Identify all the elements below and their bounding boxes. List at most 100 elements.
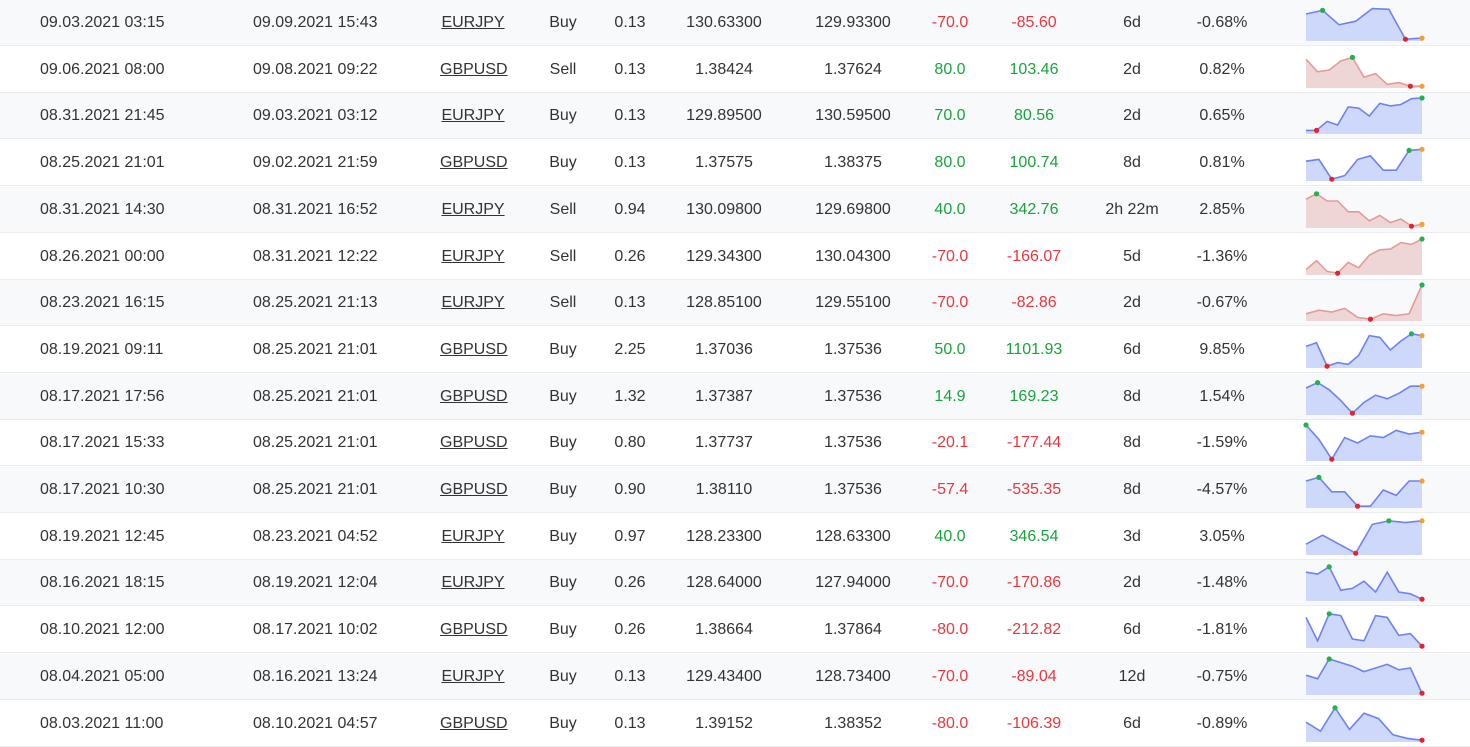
sparkline-min-marker [1329, 176, 1335, 182]
lots-cell: 0.26 [614, 574, 646, 592]
sparkline-min-marker [1419, 690, 1425, 696]
close-time-cell: 09.03.2021 03:12 [253, 107, 378, 125]
sparkline-max-marker [1419, 282, 1425, 288]
symbol-cell: EURJPY [440, 0, 506, 46]
trade-sparkline [1306, 95, 1425, 135]
open-price-cell: 1.38110 [695, 481, 753, 498]
close-price-cell: 1.37536 [824, 434, 882, 452]
symbol-link[interactable]: EURJPY [441, 668, 504, 685]
pips-cell: -20.1 [931, 434, 969, 452]
sparkline-max-marker [1406, 147, 1412, 154]
symbol-link[interactable]: GBPUSD [440, 388, 508, 405]
symbol-cell: EURJPY [440, 234, 506, 280]
close-price-cell: 1.37536 [824, 481, 882, 498]
lots-cell: 0.26 [614, 247, 646, 265]
sparkline-min-marker [1324, 363, 1330, 369]
close-time-cell: 09.02.2021 21:59 [253, 154, 378, 172]
symbol-link[interactable]: EURJPY [441, 528, 504, 545]
profit-cell: 1101.93 [1005, 340, 1063, 358]
close-time-cell: 08.31.2021 12:22 [253, 247, 378, 265]
sparkline-end-marker [1419, 332, 1425, 339]
pips-cell: -70.0 [931, 14, 969, 31]
symbol-link[interactable]: GBPUSD [440, 621, 508, 638]
sparkline-end-marker [1419, 146, 1425, 153]
open-time-cell: 08.23.2021 16:15 [40, 294, 165, 312]
profit-cell: -212.82 [1006, 621, 1062, 639]
sparkline-max-marker [1408, 331, 1415, 337]
symbol-cell: GBPUSD [440, 607, 508, 653]
close-time-cell: 08.17.2021 10:02 [253, 621, 378, 639]
sparkline-min-marker [1353, 550, 1359, 556]
symbol-link[interactable]: EURJPY [441, 574, 504, 591]
sparkline-min-marker [1419, 737, 1425, 743]
close-time-cell: 08.31.2021 16:52 [253, 200, 378, 218]
symbol-link[interactable]: GBPUSD [440, 154, 508, 171]
table-row: 08.17.2021 17:56 08.25.2021 21:01 GBPUSD… [0, 373, 1470, 420]
open-price-cell: 128.85100 [686, 294, 762, 312]
open-price-cell: 1.37575 [695, 154, 753, 172]
action-cell: Buy [549, 481, 577, 498]
symbol-link[interactable]: GBPUSD [440, 341, 508, 358]
profit-cell: 100.74 [1009, 154, 1059, 172]
duration-cell: 8d [1123, 481, 1141, 498]
table-row: 08.10.2021 12:00 08.17.2021 10:02 GBPUSD… [0, 607, 1470, 654]
profit-cell: -170.86 [1006, 574, 1062, 592]
table-row: 08.19.2021 12:45 08.23.2021 04:52 EURJPY… [0, 514, 1470, 560]
open-price-cell: 1.38424 [695, 60, 753, 78]
symbol-link[interactable]: EURJPY [441, 107, 504, 124]
sparkline-min-marker [1329, 456, 1335, 463]
sparkline-max-marker [1303, 422, 1309, 428]
close-price-cell: 129.69800 [815, 200, 891, 218]
profit-cell: -85.60 [1011, 14, 1057, 31]
close-time-cell: 09.09.2021 15:43 [253, 14, 378, 31]
table-row: 08.16.2021 18:15 08.19.2021 12:04 EURJPY… [0, 560, 1470, 607]
close-time-cell: 08.25.2021 21:01 [253, 387, 378, 405]
gain-cell: -0.67% [1196, 294, 1248, 312]
symbol-link[interactable]: EURJPY [441, 14, 504, 31]
duration-cell: 2h 22m [1105, 200, 1159, 218]
duration-cell: 3d [1123, 527, 1141, 545]
open-price-cell: 1.37036 [695, 340, 753, 358]
lots-cell: 0.94 [614, 200, 646, 218]
gain-cell: 2.85% [1199, 200, 1245, 218]
table-row: 09.03.2021 03:15 09.09.2021 15:43 EURJPY… [0, 0, 1470, 46]
gain-cell: 0.81% [1199, 154, 1245, 172]
trade-sparkline [1305, 611, 1425, 649]
gain-cell: -1.48% [1196, 574, 1248, 592]
close-price-cell: 1.37624 [824, 60, 882, 78]
lots-cell: 0.13 [614, 107, 646, 125]
symbol-cell: EURJPY [440, 280, 506, 326]
symbol-link[interactable]: EURJPY [441, 294, 504, 311]
lots-cell: 0.13 [614, 60, 646, 78]
open-price-cell: 1.39152 [695, 714, 753, 732]
lots-cell: 0.97 [614, 527, 646, 545]
pips-cell: -57.4 [931, 481, 969, 498]
pips-cell: 40.0 [934, 527, 966, 545]
close-time-cell: 08.10.2021 04:57 [253, 714, 378, 732]
sparkline-end-marker [1419, 429, 1425, 436]
symbol-link[interactable]: GBPUSD [440, 434, 508, 451]
pips-cell: 70.0 [934, 107, 966, 125]
trade-sparkline [1305, 146, 1425, 182]
sparkline-max-marker [1349, 54, 1355, 60]
pips-cell: 14.9 [934, 387, 966, 405]
close-time-cell: 08.19.2021 12:04 [253, 574, 378, 592]
open-price-cell: 129.43400 [686, 667, 762, 685]
symbol-link[interactable]: EURJPY [441, 201, 504, 218]
profit-cell: -535.35 [1006, 481, 1062, 498]
lots-cell: 2.25 [614, 340, 646, 358]
open-time-cell: 08.31.2021 21:45 [40, 107, 165, 125]
open-time-cell: 08.10.2021 12:00 [40, 621, 165, 639]
open-price-cell: 128.23300 [686, 527, 762, 545]
gain-cell: -1.81% [1196, 621, 1248, 639]
duration-cell: 2d [1123, 574, 1141, 592]
duration-cell: 6d [1123, 621, 1141, 639]
action-cell: Sell [549, 294, 577, 312]
symbol-link[interactable]: GBPUSD [440, 61, 508, 78]
duration-cell: 2d [1123, 60, 1141, 78]
sparkline-min-marker [1335, 270, 1341, 276]
symbol-link[interactable]: EURJPY [441, 248, 504, 265]
symbol-link[interactable]: GBPUSD [440, 715, 508, 732]
sparkline-end-marker [1419, 478, 1425, 484]
symbol-link[interactable]: GBPUSD [440, 481, 508, 498]
